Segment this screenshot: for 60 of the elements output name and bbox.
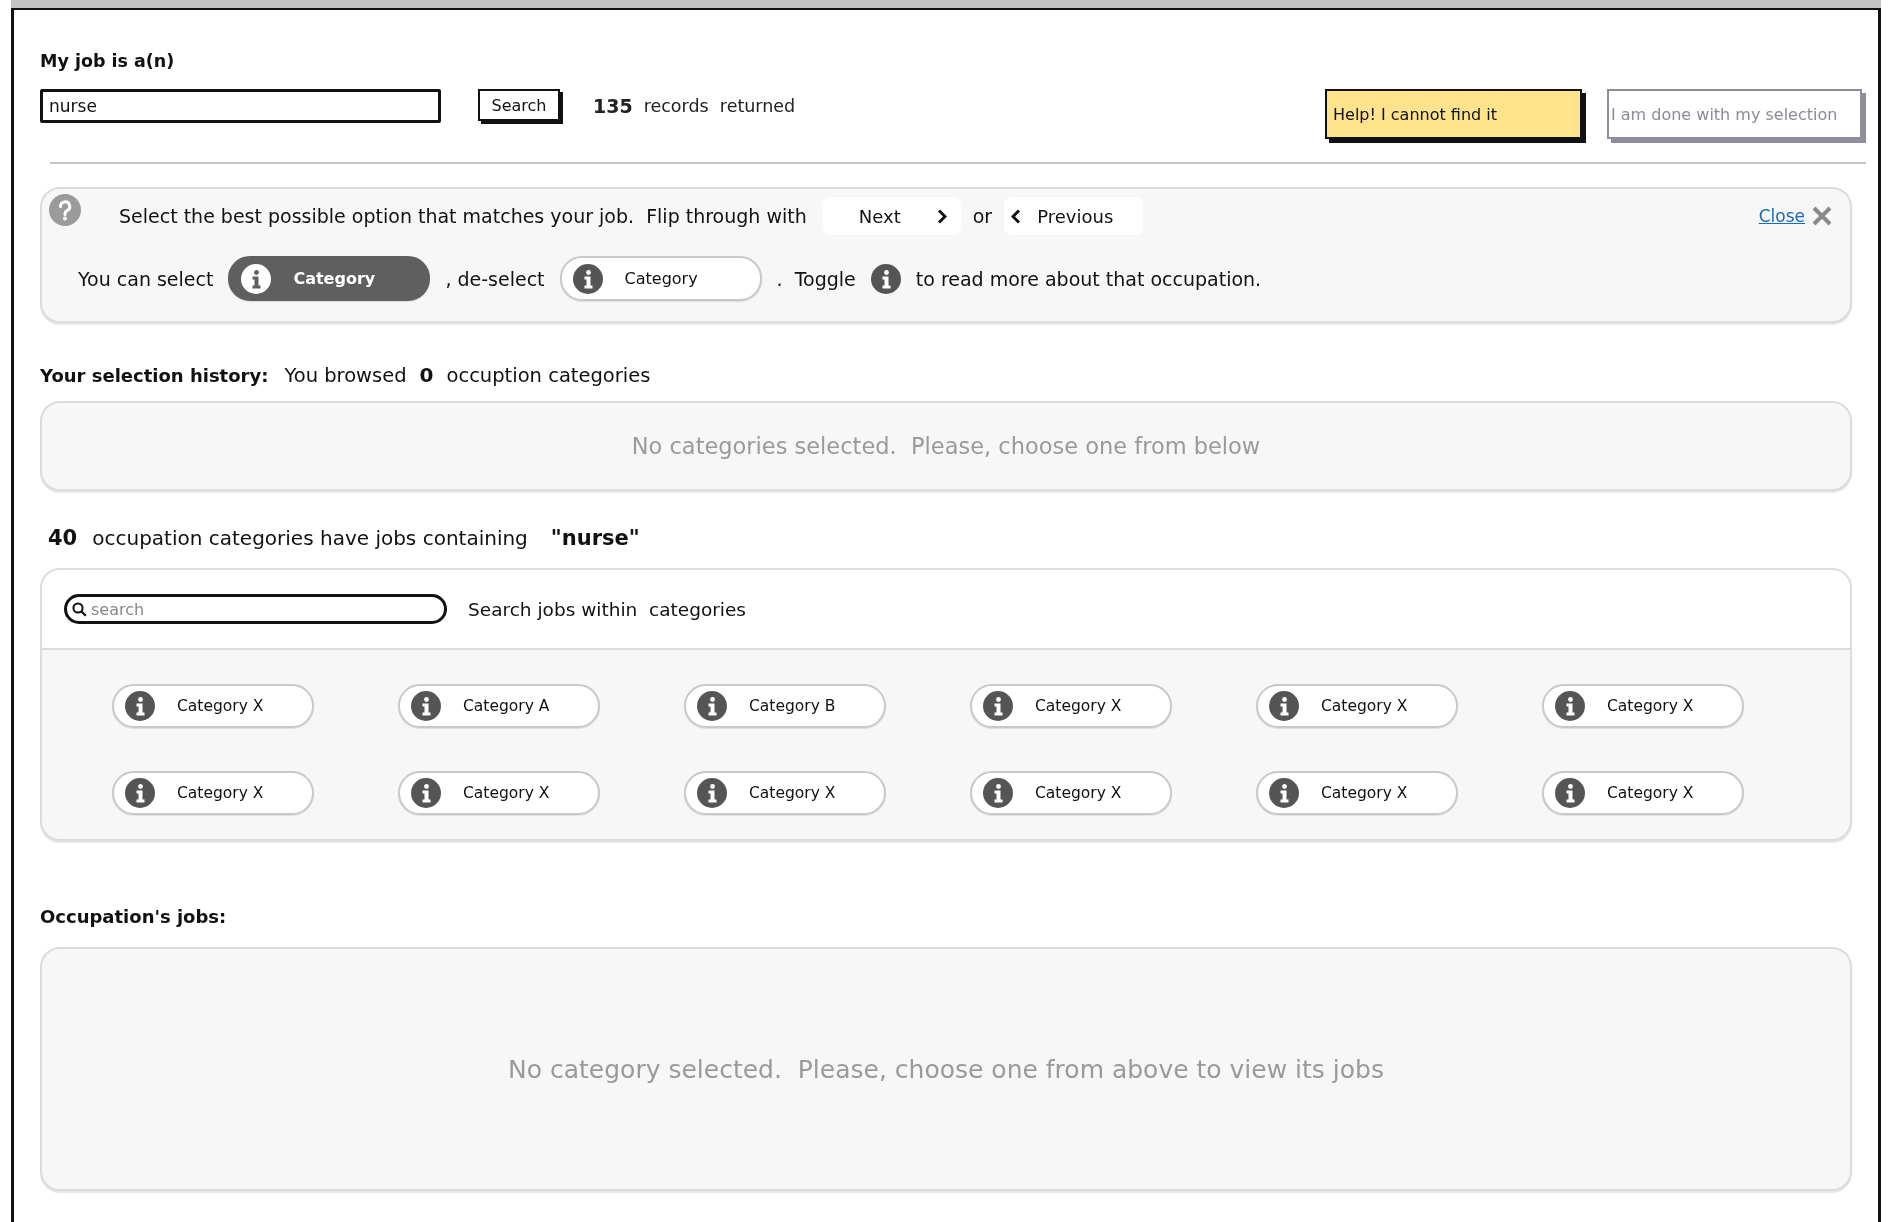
sample-chip: Category [228,256,431,301]
info-icon [241,263,272,294]
info-icon [572,263,603,294]
job-input[interactable]: nurse [40,89,441,123]
info-icon [1555,691,1585,721]
info-icon [1269,778,1299,808]
instruction-text: to read more about that occupation. [915,267,1262,290]
empty-message: No categories selected. Please, choose one from below [631,433,1261,459]
category-chip[interactable]: Category X [684,771,886,815]
instruction-text: . Toggle [776,267,856,290]
info-icon [983,691,1013,721]
close-link[interactable]: Close [1758,206,1805,226]
results-text: occupation categories have jobs containing [92,525,528,552]
instruction-text: , de-select [445,267,545,290]
instruction-text: You can select [78,267,214,290]
info-icon [125,691,155,721]
category-chip[interactable]: Category A [398,684,600,728]
info-icon [697,691,727,721]
chevron-right-icon [936,208,947,224]
search-button[interactable]: Search [478,89,560,121]
filter-label: Search jobs within categories [468,598,746,620]
search-icon [72,601,87,617]
category-chip[interactable]: Category X [970,771,1172,815]
record-count: 135 [593,95,633,117]
next-button[interactable]: Next [822,197,961,235]
info-icon [411,778,441,808]
info-icon [1269,691,1299,721]
info-icon [697,778,727,808]
info-icon [870,263,901,294]
chevron-left-icon [1011,208,1022,224]
category-chip[interactable]: Category X [1256,771,1458,815]
help-icon [49,194,81,226]
info-icon [1555,778,1585,808]
category-count: 40 [48,525,78,552]
category-chip[interactable]: Category X [112,771,314,815]
category-chip[interactable]: Category X [970,684,1172,728]
category-chip[interactable]: Category B [684,684,886,728]
query-text: "nurse" [550,525,640,552]
instruction-text: Select the best possible option that matches your job. Flip through with [119,205,807,227]
instruction-text: or [972,205,993,227]
records-label: records returned [643,96,796,116]
category-chip[interactable]: Category X [1542,771,1744,815]
info-icon [125,778,155,808]
info-icon [411,691,441,721]
category-chip[interactable]: Category X [112,684,314,728]
field-label: My job is a(n) [40,50,175,73]
category-chip[interactable]: Category X [398,771,600,815]
close-icon[interactable] [1812,206,1832,226]
sample-chip: Category [559,256,762,301]
category-chip[interactable]: Category X [1256,684,1458,728]
history-text: You browsed [284,363,407,388]
history-count: 0 [419,363,434,388]
section-label: Your selection history: [40,364,269,388]
search-field[interactable]: search [64,594,447,624]
empty-message: No category selected. Please, choose one from above to view its jobs [508,1054,1384,1084]
section-label: Occupation's jobs: [40,905,227,929]
previous-button[interactable]: Previous [1004,197,1144,235]
history-text: occuption categories [446,363,651,388]
info-icon [983,778,1013,808]
category-chip[interactable]: Category X [1542,684,1744,728]
